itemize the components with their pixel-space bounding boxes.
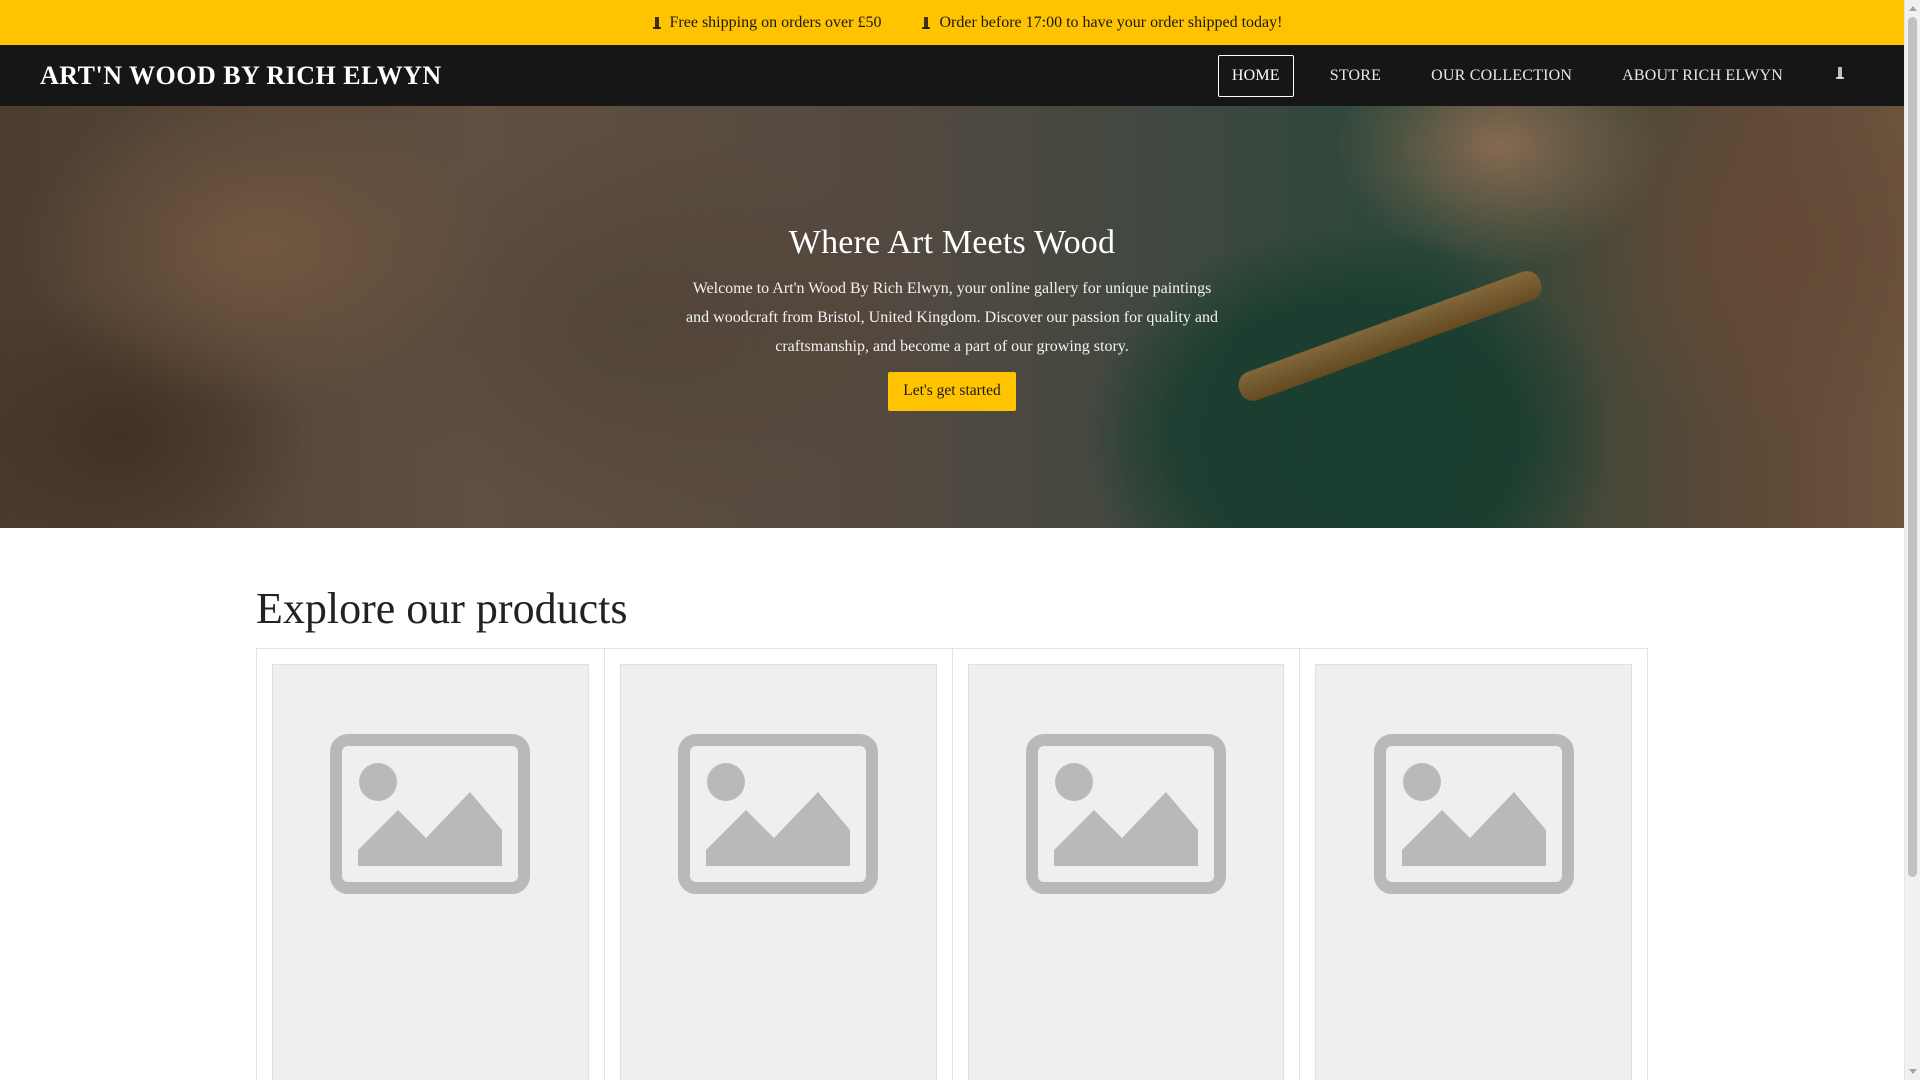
announcement-shipping: Free shipping on orders over £50 bbox=[652, 13, 882, 32]
product-card[interactable] bbox=[953, 649, 1301, 1080]
product-grid bbox=[256, 648, 1648, 1080]
search-icon bbox=[1835, 66, 1845, 85]
scroll-up-arrow[interactable] bbox=[1909, 6, 1917, 11]
site-header: ART'N WOOD BY RICH ELWYN HOME STORE OUR … bbox=[0, 45, 1904, 106]
announcement-order-time-text: Order before 17:00 to have your order sh… bbox=[939, 13, 1283, 31]
nav-home[interactable]: HOME bbox=[1217, 54, 1294, 97]
products-title: Explore our products bbox=[256, 584, 628, 633]
nav-about-rich-elwyn[interactable]: ABOUT RICH ELWYN bbox=[1608, 55, 1797, 97]
product-card[interactable] bbox=[1300, 649, 1648, 1080]
hero-title: Where Art Meets Wood bbox=[788, 224, 1116, 261]
hero-description: Welcome to Art'n Wood By Rich Elwyn, you… bbox=[686, 280, 1218, 355]
scroll-down-arrow[interactable] bbox=[1909, 1069, 1917, 1074]
page-scrollbar[interactable] bbox=[1904, 0, 1920, 1080]
product-image[interactable] bbox=[272, 664, 589, 1080]
main-nav: HOME STORE OUR COLLECTION ABOUT RICH ELW… bbox=[1217, 54, 1864, 97]
search-button[interactable] bbox=[1820, 56, 1860, 96]
image-placeholder-icon bbox=[678, 734, 879, 894]
nav-store[interactable]: STORE bbox=[1316, 55, 1395, 97]
nav-our-collection[interactable]: OUR COLLECTION bbox=[1417, 55, 1586, 97]
products-section: Explore our products bbox=[256, 528, 1648, 1080]
page: Free shipping on orders over £50 Order b… bbox=[0, 0, 1904, 1080]
image-placeholder-icon bbox=[1025, 734, 1226, 894]
product-image[interactable] bbox=[1315, 664, 1632, 1080]
browser-viewport: Free shipping on orders over £50 Order b… bbox=[0, 0, 1920, 1080]
product-card[interactable] bbox=[257, 649, 605, 1080]
announcement-order-time: Order before 17:00 to have your order sh… bbox=[921, 14, 1282, 32]
product-image[interactable] bbox=[619, 664, 937, 1080]
scroll-thumb[interactable] bbox=[1908, 17, 1917, 877]
product-card[interactable] bbox=[605, 649, 953, 1080]
announcement-bar: Free shipping on orders over £50 Order b… bbox=[0, 0, 1904, 45]
clock-icon bbox=[921, 16, 931, 30]
announcement-shipping-text: Free shipping on orders over £50 bbox=[669, 13, 882, 31]
get-started-button[interactable]: Let's get started bbox=[888, 372, 1016, 411]
hero-banner: Where Art Meets Wood Welcome to Art'n Wo… bbox=[0, 106, 1904, 528]
shipping-icon bbox=[652, 16, 662, 30]
hero-content: Where Art Meets Wood Welcome to Art'n Wo… bbox=[0, 106, 1904, 528]
image-placeholder-icon bbox=[330, 734, 531, 894]
image-placeholder-icon bbox=[1373, 734, 1574, 894]
product-image[interactable] bbox=[967, 664, 1285, 1080]
site-brand[interactable]: ART'N WOOD BY RICH ELWYN bbox=[40, 61, 442, 91]
